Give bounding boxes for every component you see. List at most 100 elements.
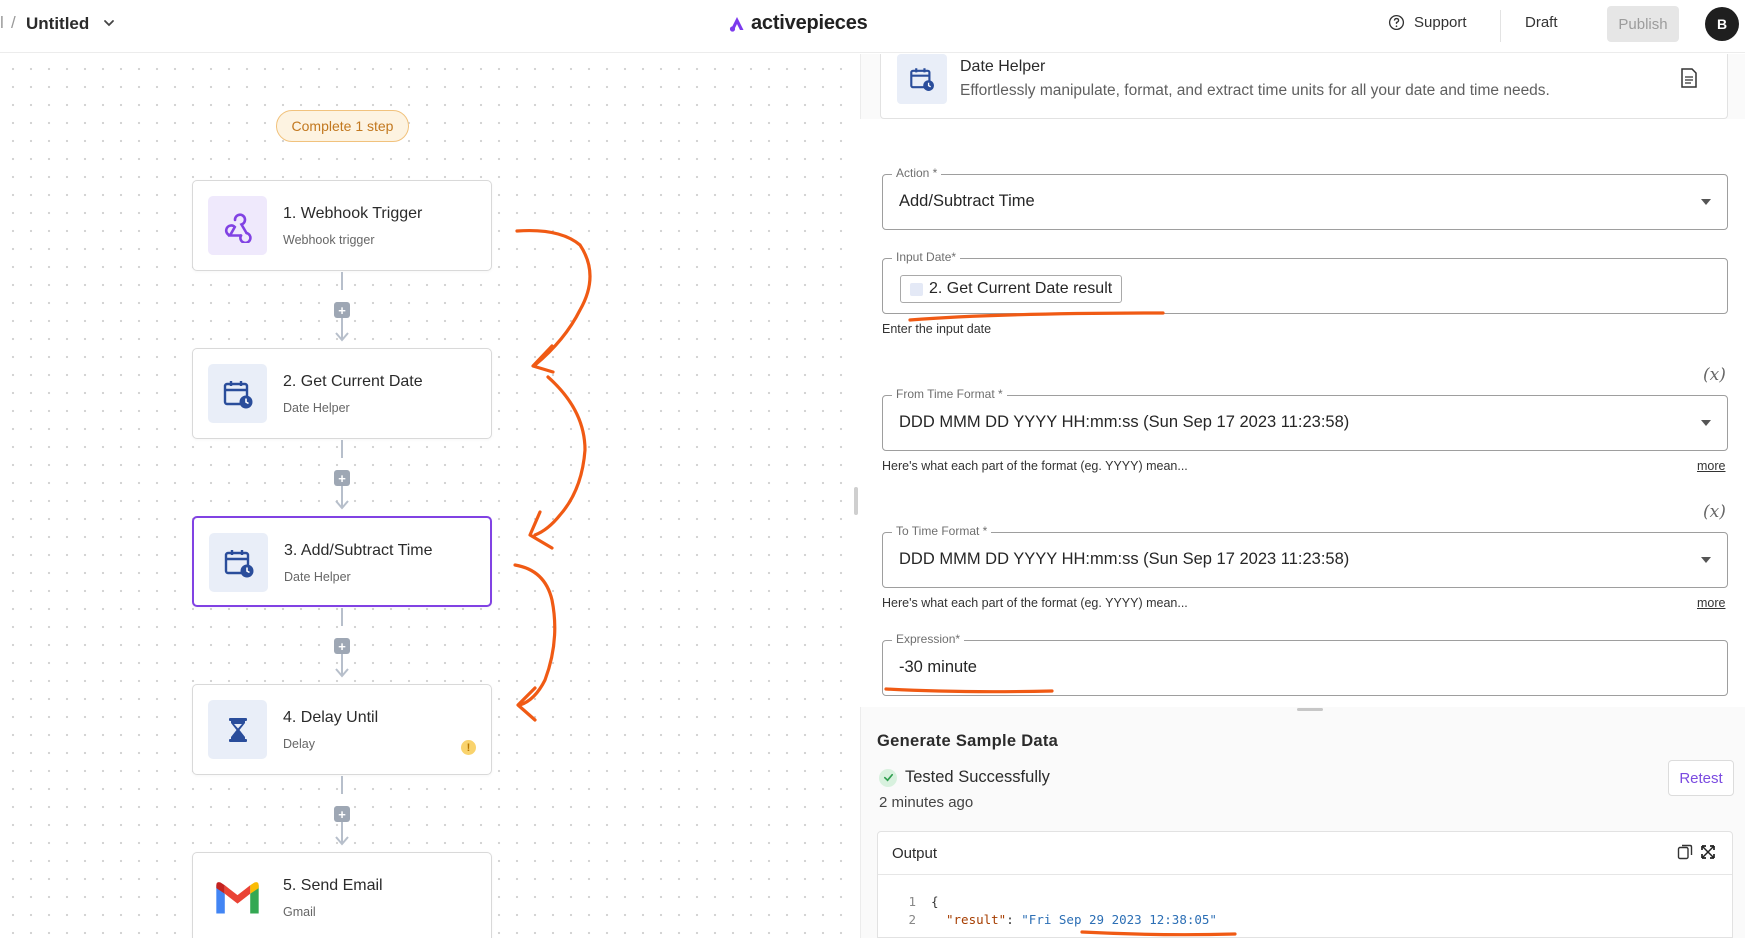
connector-line xyxy=(341,440,343,458)
calendar-clock-icon xyxy=(897,54,947,104)
avatar[interactable]: B xyxy=(1705,7,1739,41)
flow-title[interactable]: Untitled xyxy=(26,14,89,34)
input-date-field[interactable]: Input Date* 2. Get Current Date result xyxy=(882,250,1728,314)
dynamic-value-toggle[interactable]: (x) xyxy=(1703,502,1726,522)
panel-resize-handle[interactable] xyxy=(854,487,858,515)
step-title: 3. Add/Subtract Time xyxy=(284,542,433,559)
calendar-clock-icon xyxy=(209,533,268,592)
line-number: 2 xyxy=(908,912,916,927)
complete-steps-badge[interactable]: Complete 1 step xyxy=(276,110,409,142)
chip-label: 2. Get Current Date result xyxy=(929,280,1113,297)
to-format-more-link[interactable]: more xyxy=(1697,596,1725,610)
step-card-delay-until[interactable]: 4. Delay Until Delay ! xyxy=(192,684,492,775)
step-card-webhook-trigger[interactable]: 1. Webhook Trigger Webhook trigger xyxy=(192,180,492,271)
step-card-add-subtract-time[interactable]: 3. Add/Subtract Time Date Helper xyxy=(192,516,492,607)
check-icon xyxy=(879,768,897,787)
retest-button[interactable]: Retest xyxy=(1668,760,1734,796)
piece-title: Date Helper xyxy=(960,58,1046,75)
draft-status[interactable]: Draft xyxy=(1525,14,1558,31)
code-line: 1 { xyxy=(878,894,1732,912)
dropdown-caret-icon xyxy=(1701,557,1711,563)
step-subtitle: Webhook trigger xyxy=(283,233,375,247)
arrow-down-icon xyxy=(335,836,349,846)
test-status-label: Tested Successfully xyxy=(905,768,1050,786)
expression-label: Expression* xyxy=(892,632,965,646)
expression-value: -30 minute xyxy=(899,658,977,676)
json-output: 1 { 2 "result": "Fri Sep 29 2023 12:38:0… xyxy=(878,894,1732,930)
step-title: 2. Get Current Date xyxy=(283,373,423,390)
step-title: 5. Send Email xyxy=(283,877,383,894)
help-circle-icon xyxy=(1388,14,1405,31)
action-value: Add/Subtract Time xyxy=(899,192,1035,210)
add-step-button[interactable]: + xyxy=(334,470,350,486)
test-timestamp: 2 minutes ago xyxy=(879,794,974,811)
to-format-value: DDD MMM DD YYYY HH:mm:ss (Sun Sep 17 202… xyxy=(899,550,1350,568)
line-number: 1 xyxy=(908,894,916,909)
piece-info-card: Date Helper Effortlessly manipulate, for… xyxy=(880,54,1728,119)
arrow-down-icon xyxy=(335,500,349,510)
publish-button[interactable]: Publish xyxy=(1607,6,1679,42)
json-value: "Fri Sep 29 2023 12:38:05" xyxy=(1021,912,1217,927)
copy-icon[interactable] xyxy=(1677,844,1693,860)
top-bar: l / Untitled activepieces Support Draft … xyxy=(0,0,1745,53)
add-step-button[interactable]: + xyxy=(334,638,350,654)
json-separator: : xyxy=(1006,912,1022,927)
step-card-get-current-date[interactable]: 2. Get Current Date Date Helper xyxy=(192,348,492,439)
from-format-help: Here's what each part of the format (eg.… xyxy=(882,459,1188,473)
from-format-label: From Time Format * xyxy=(892,387,1007,401)
from-format-more-link[interactable]: more xyxy=(1697,459,1725,473)
add-step-button[interactable]: + xyxy=(334,806,350,822)
connector-line xyxy=(341,608,343,626)
from-time-format-select[interactable]: From Time Format * DDD MMM DD YYYY HH:mm… xyxy=(882,387,1728,451)
step-title: 4. Delay Until xyxy=(283,709,379,726)
data-reference-chip[interactable]: 2. Get Current Date result xyxy=(900,275,1123,303)
dropdown-caret-icon xyxy=(1701,420,1711,426)
support-label: Support xyxy=(1414,14,1467,31)
brand-name: activepieces xyxy=(751,12,868,34)
dynamic-value-toggle[interactable]: (x) xyxy=(1703,365,1726,385)
output-viewer: Output 1 { 2 "result": "Fri Sep 29 2023 … xyxy=(877,831,1733,938)
header-divider xyxy=(1500,10,1501,42)
arrow-down-icon xyxy=(335,332,349,342)
warning-icon[interactable]: ! xyxy=(461,740,476,755)
support-button[interactable]: Support xyxy=(1388,14,1467,31)
output-header: Output xyxy=(878,832,1732,875)
output-label: Output xyxy=(892,845,938,862)
activepieces-logo-icon xyxy=(729,16,744,32)
test-status: Tested Successfully xyxy=(879,768,1050,787)
step-subtitle: Date Helper xyxy=(283,401,350,415)
code-text: { xyxy=(931,894,939,909)
hourglass-icon xyxy=(208,700,267,759)
piece-mini-icon xyxy=(910,283,923,296)
document-icon[interactable] xyxy=(1680,68,1698,88)
code-text: "result": "Fri Sep 29 2023 12:38:05" xyxy=(946,912,1217,927)
dropdown-caret-icon xyxy=(1701,199,1711,205)
action-select[interactable]: Action * Add/Subtract Time xyxy=(882,166,1728,230)
from-format-value: DDD MMM DD YYYY HH:mm:ss (Sun Sep 17 202… xyxy=(899,413,1350,431)
breadcrumb-separator: / xyxy=(11,13,16,32)
expand-icon[interactable] xyxy=(1700,844,1716,860)
brand: activepieces xyxy=(728,12,868,35)
expression-input[interactable]: Expression* -30 minute xyxy=(882,632,1728,696)
sample-data-title: Generate Sample Data xyxy=(877,732,1059,750)
step-title: 1. Webhook Trigger xyxy=(283,205,423,222)
calendar-clock-icon xyxy=(208,364,267,423)
chevron-down-icon[interactable] xyxy=(102,16,116,30)
step-subtitle: Date Helper xyxy=(284,570,351,584)
arrow-down-icon xyxy=(335,668,349,678)
step-card-send-email[interactable]: 5. Send Email Gmail xyxy=(192,852,492,938)
breadcrumb-edge[interactable]: l xyxy=(0,13,4,33)
gmail-icon xyxy=(208,868,267,927)
input-date-help: Enter the input date xyxy=(882,322,992,336)
to-format-help: Here's what each part of the format (eg.… xyxy=(882,596,1188,610)
piece-description: Effortlessly manipulate, format, and ext… xyxy=(960,82,1550,99)
section-drag-handle[interactable] xyxy=(1297,708,1323,711)
step-subtitle: Delay xyxy=(283,737,315,751)
code-line: 2 "result": "Fri Sep 29 2023 12:38:05" xyxy=(878,912,1732,930)
json-key: "result" xyxy=(946,912,1007,927)
connector-line xyxy=(341,272,343,290)
to-time-format-select[interactable]: To Time Format * DDD MMM DD YYYY HH:mm:s… xyxy=(882,524,1728,588)
add-step-button[interactable]: + xyxy=(334,302,350,318)
connector-line xyxy=(341,776,343,794)
webhook-icon xyxy=(208,196,267,255)
